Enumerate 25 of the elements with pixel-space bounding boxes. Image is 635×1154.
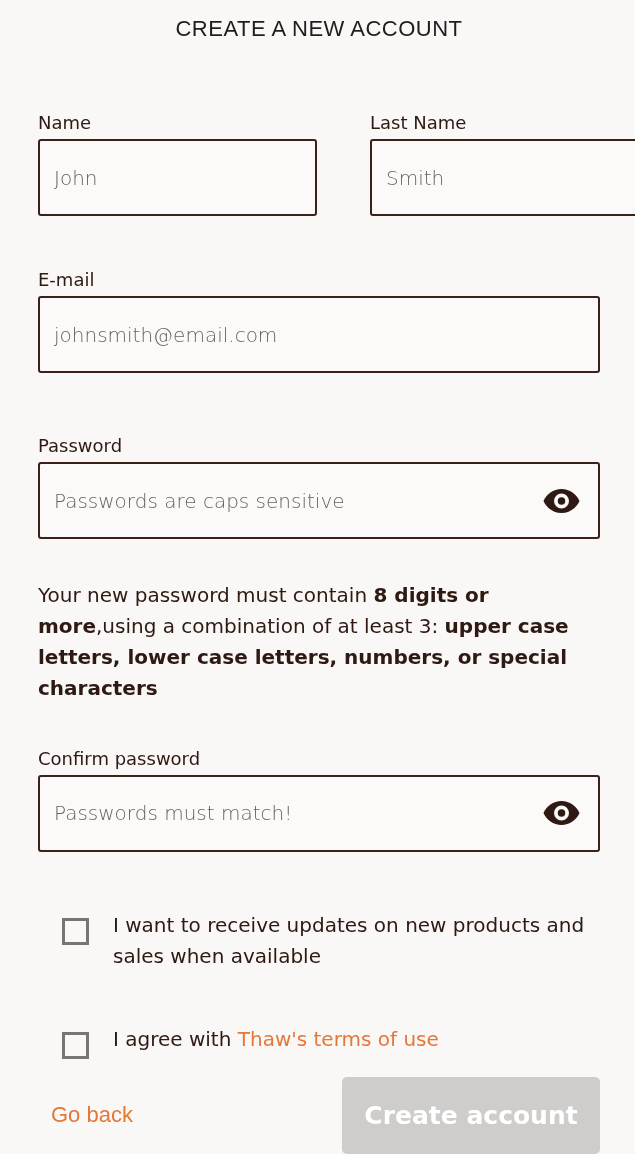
text-input[interactable]: Smith [384, 164, 629, 191]
password-hint: Your new password must contain 8 digits or more,using a combination of at least 3: upper case letters, lower case letters, numbers, or special characters [38, 581, 570, 702]
field-label: Name [38, 112, 93, 133]
text-input[interactable]: Passwords must match! [52, 800, 543, 827]
input-field[interactable]: Passwords must match! [38, 774, 600, 852]
field-label: Password [38, 435, 124, 457]
text-input[interactable]: johnsmith@email.com [52, 321, 580, 348]
field-label: Confirm password [38, 747, 202, 769]
input-field[interactable]: Passwords are caps sensitive [38, 462, 600, 540]
checkbox-label: I agree with Thaw's terms of use [113, 1026, 439, 1053]
checkbox[interactable] [62, 1032, 89, 1059]
field-label: Last Name [370, 112, 468, 133]
eye-icon[interactable] [543, 488, 580, 513]
terms-link[interactable]: Thaw's terms of use [237, 1027, 439, 1051]
page-title: CREATE A NEW ACCOUNT [174, 16, 464, 42]
checkbox-label: I want to receive updates on new products and sales when available [113, 912, 586, 970]
input-field[interactable]: John [38, 139, 317, 216]
text-input[interactable]: Passwords are caps sensitive [52, 487, 543, 514]
input-field[interactable]: johnsmith@email.com [38, 296, 600, 373]
checkbox[interactable] [62, 918, 89, 945]
input-field[interactable]: Smith [370, 139, 635, 216]
go-back-link[interactable]: Go back [51, 1102, 133, 1129]
eye-icon[interactable] [543, 801, 580, 826]
text-input[interactable]: John [52, 164, 297, 191]
field-label: E-mail [38, 269, 96, 290]
